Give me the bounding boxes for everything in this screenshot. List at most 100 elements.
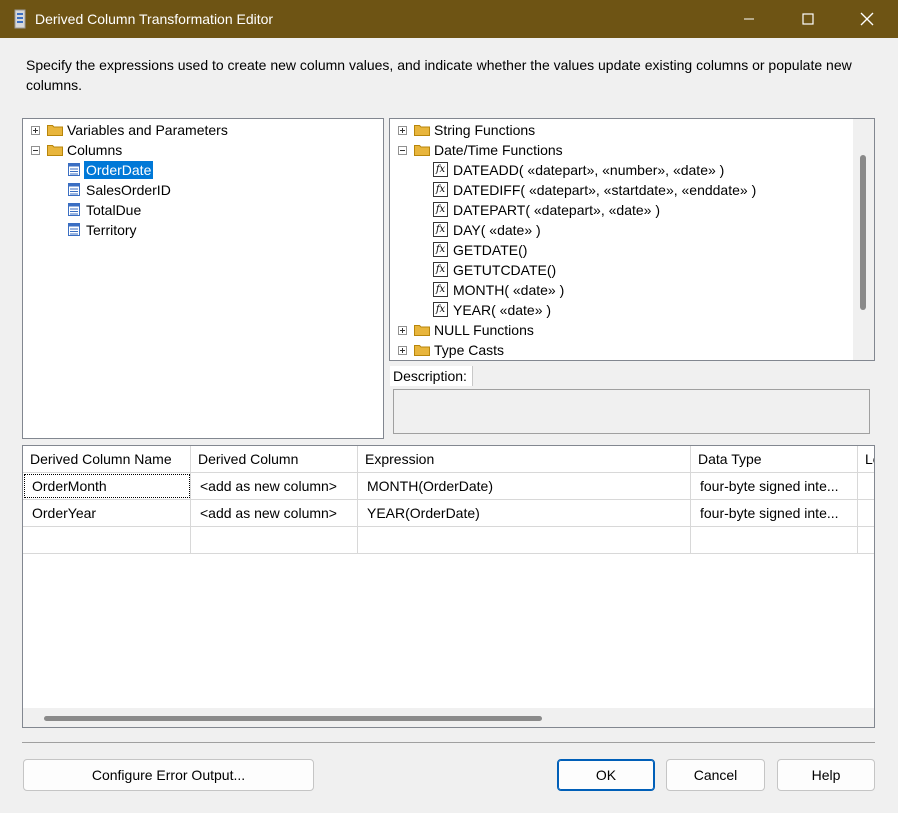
tree-node-type-casts[interactable]: Type Casts	[390, 340, 852, 360]
function-item-day[interactable]: fx DAY( «date» )	[390, 220, 852, 240]
function-icon: fx	[433, 222, 448, 237]
column-label: Territory	[86, 222, 137, 238]
tree-node-variables[interactable]: Variables and Parameters	[23, 120, 383, 140]
header-data-type[interactable]: Data Type	[691, 446, 858, 473]
tree-node-columns[interactable]: Columns	[23, 140, 383, 160]
function-item-dateadd[interactable]: fx DATEADD( «datepart», «number», «date»…	[390, 160, 852, 180]
grid-header: Derived Column Name Derived Column Expre…	[23, 446, 874, 473]
function-label: GETUTCDATE()	[453, 262, 557, 278]
cell-expression[interactable]: YEAR(OrderDate)	[358, 500, 691, 526]
close-button[interactable]	[838, 0, 896, 38]
function-label: DATEDIFF( «datepart», «startdate», «endd…	[453, 182, 757, 198]
table-row[interactable]: OrderMonth <add as new column> MONTH(Ord…	[23, 473, 874, 500]
folder-icon	[414, 325, 430, 336]
function-icon: fx	[433, 262, 448, 277]
collapse-icon[interactable]	[398, 146, 407, 155]
header-derived-column-name[interactable]: Derived Column Name	[23, 446, 191, 473]
column-icon	[68, 163, 80, 176]
column-item-territory[interactable]: Territory	[23, 220, 383, 240]
window-title: Derived Column Transformation Editor	[35, 11, 274, 27]
function-item-getdate[interactable]: fx GETDATE()	[390, 240, 852, 260]
function-label: YEAR( «date» )	[453, 302, 552, 318]
help-button[interactable]: Help	[777, 759, 875, 791]
function-icon: fx	[433, 242, 448, 257]
cell-derived-column-name[interactable]: OrderYear	[23, 500, 191, 526]
maximize-button[interactable]	[779, 0, 837, 38]
cell-data-type[interactable]: four-byte signed inte...	[691, 500, 858, 526]
cell-data-type[interactable]	[691, 527, 858, 553]
function-item-datediff[interactable]: fx DATEDIFF( «datepart», «startdate», «e…	[390, 180, 852, 200]
function-item-datepart[interactable]: fx DATEPART( «datepart», «date» )	[390, 200, 852, 220]
function-item-month[interactable]: fx MONTH( «date» )	[390, 280, 852, 300]
minimize-button[interactable]	[720, 0, 778, 38]
collapse-icon[interactable]	[31, 146, 40, 155]
folder-icon	[414, 345, 430, 356]
function-item-year[interactable]: fx YEAR( «date» )	[390, 300, 852, 320]
expand-icon[interactable]	[398, 346, 407, 355]
column-item-totaldue[interactable]: TotalDue	[23, 200, 383, 220]
table-row-new[interactable]	[23, 527, 874, 554]
cell-derived-column-name[interactable]: OrderMonth	[23, 473, 191, 499]
header-expression[interactable]: Expression	[358, 446, 691, 473]
derived-columns-grid[interactable]: Derived Column Name Derived Column Expre…	[22, 445, 875, 728]
cell-derived-column[interactable]: <add as new column>	[191, 500, 358, 526]
configure-error-output-button[interactable]: Configure Error Output...	[23, 759, 314, 791]
function-label: DAY( «date» )	[453, 222, 541, 238]
maximize-icon	[802, 13, 814, 25]
scrollbar-thumb[interactable]	[44, 716, 542, 721]
folder-icon	[47, 145, 63, 156]
tree-label-datetime-functions: Date/Time Functions	[434, 142, 563, 158]
header-derived-column[interactable]: Derived Column	[191, 446, 358, 473]
tree-node-datetime-functions[interactable]: Date/Time Functions	[390, 140, 852, 160]
function-icon: fx	[433, 162, 448, 177]
cell-derived-column-name[interactable]	[23, 527, 191, 553]
function-label: MONTH( «date» )	[453, 282, 565, 298]
function-label: DATEPART( «datepart», «date» )	[453, 202, 660, 218]
column-icon	[68, 223, 80, 236]
cell-derived-column[interactable]: <add as new column>	[191, 473, 358, 499]
expand-icon[interactable]	[398, 326, 407, 335]
cell-data-type[interactable]: four-byte signed inte...	[691, 473, 858, 499]
folder-icon	[47, 125, 63, 136]
header-length[interactable]: Le	[858, 446, 874, 473]
close-icon	[860, 12, 874, 26]
function-label: GETDATE()	[453, 242, 528, 258]
column-item-orderdate[interactable]: OrderDate	[23, 160, 383, 180]
table-row[interactable]: OrderYear <add as new column> YEAR(Order…	[23, 500, 874, 527]
cell-length[interactable]	[858, 473, 874, 499]
scrollbar-thumb[interactable]	[860, 155, 866, 310]
tree-label-type-casts: Type Casts	[434, 342, 505, 358]
function-item-getutcdate[interactable]: fx GETUTCDATE()	[390, 260, 852, 280]
cell-expression[interactable]	[358, 527, 691, 553]
tree-label-variables: Variables and Parameters	[67, 122, 228, 138]
expand-icon[interactable]	[31, 126, 40, 135]
columns-tree[interactable]: Variables and Parameters Columns OrderDa…	[22, 118, 384, 439]
function-icon: fx	[433, 282, 448, 297]
tree-label-string-functions: String Functions	[434, 122, 536, 138]
ok-button[interactable]: OK	[557, 759, 655, 791]
cancel-button[interactable]: Cancel	[666, 759, 765, 791]
tree-label-columns: Columns	[67, 142, 123, 158]
column-label: SalesOrderID	[86, 182, 171, 198]
instructions-text: Specify the expressions used to create n…	[26, 57, 852, 93]
column-icon	[68, 203, 80, 216]
tree-node-null-functions[interactable]: NULL Functions	[390, 320, 852, 340]
title-bar[interactable]: Derived Column Transformation Editor	[0, 0, 898, 38]
column-item-salesorderid[interactable]: SalesOrderID	[23, 180, 383, 200]
cell-derived-column[interactable]	[191, 527, 358, 553]
functions-tree[interactable]: String Functions Date/Time Functions fx …	[389, 118, 875, 361]
expand-icon[interactable]	[398, 126, 407, 135]
function-icon: fx	[433, 202, 448, 217]
folder-icon	[414, 145, 430, 156]
functions-vertical-scrollbar[interactable]	[853, 119, 874, 360]
function-icon: fx	[433, 182, 448, 197]
cell-length[interactable]	[858, 500, 874, 526]
divider	[22, 742, 875, 743]
folder-icon	[414, 125, 430, 136]
tree-node-string-functions[interactable]: String Functions	[390, 120, 852, 140]
tree-label-null-functions: NULL Functions	[434, 322, 534, 338]
cell-length[interactable]	[858, 527, 874, 553]
grid-horizontal-scrollbar[interactable]	[23, 708, 874, 727]
description-box	[393, 389, 870, 434]
cell-expression[interactable]: MONTH(OrderDate)	[358, 473, 691, 499]
